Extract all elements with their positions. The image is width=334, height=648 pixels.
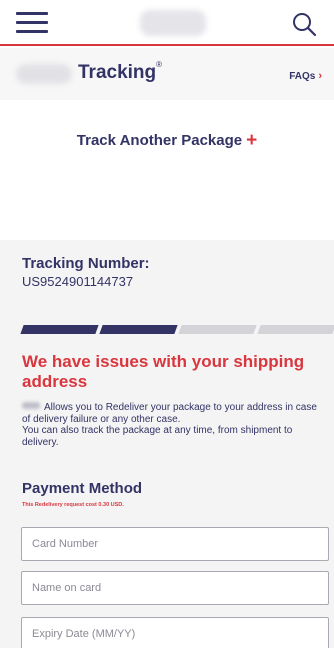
tracking-subheader: Tracking® FAQs › — [0, 48, 334, 100]
progress-step-pending — [257, 325, 334, 334]
issue-description: Allows you to Redeliver your package to … — [22, 402, 328, 448]
faqs-link[interactable]: FAQs › — [289, 70, 322, 82]
progress-step-complete — [99, 325, 178, 334]
hamburger-line — [16, 12, 48, 15]
faqs-label: FAQs — [289, 71, 316, 82]
description-line-1: Allows you to Redeliver your package to … — [22, 402, 317, 425]
page-title-text: Tracking — [78, 62, 157, 83]
tracking-number-label: Tracking Number: — [22, 255, 150, 272]
payment-method-heading: Payment Method — [22, 480, 143, 497]
redelivery-cost-note: This Redelivery request cost 0.30 USD. — [22, 502, 124, 508]
page-title: Tracking® — [78, 60, 163, 84]
tracking-number-value: US9524901144737 — [22, 274, 134, 289]
name-on-card-input[interactable] — [21, 571, 329, 605]
hamburger-menu-icon[interactable] — [16, 12, 48, 34]
track-another-label: Track Another Package — [76, 132, 243, 149]
card-number-input[interactable] — [21, 527, 329, 561]
hamburger-line — [16, 30, 48, 33]
delivery-progress-bar — [20, 325, 334, 334]
chevron-right-icon: › — [318, 70, 322, 82]
blurred-logo — [140, 10, 206, 36]
track-another-package-link[interactable]: Track Another Package + — [0, 130, 334, 152]
hamburger-line — [16, 21, 48, 24]
plus-icon: + — [246, 130, 258, 151]
blurred-brand-word — [22, 402, 40, 409]
progress-step-pending — [178, 325, 257, 334]
issue-heading: We have issues with your shipping addres… — [22, 352, 305, 391]
top-navigation-bar — [0, 0, 334, 46]
registered-mark: ® — [156, 60, 163, 69]
blurred-brand-mark — [16, 64, 72, 84]
description-line-2: You can also track the package at any ti… — [22, 425, 293, 448]
progress-step-complete — [20, 325, 99, 334]
expiry-date-input[interactable] — [21, 617, 329, 648]
search-icon[interactable] — [291, 11, 317, 37]
